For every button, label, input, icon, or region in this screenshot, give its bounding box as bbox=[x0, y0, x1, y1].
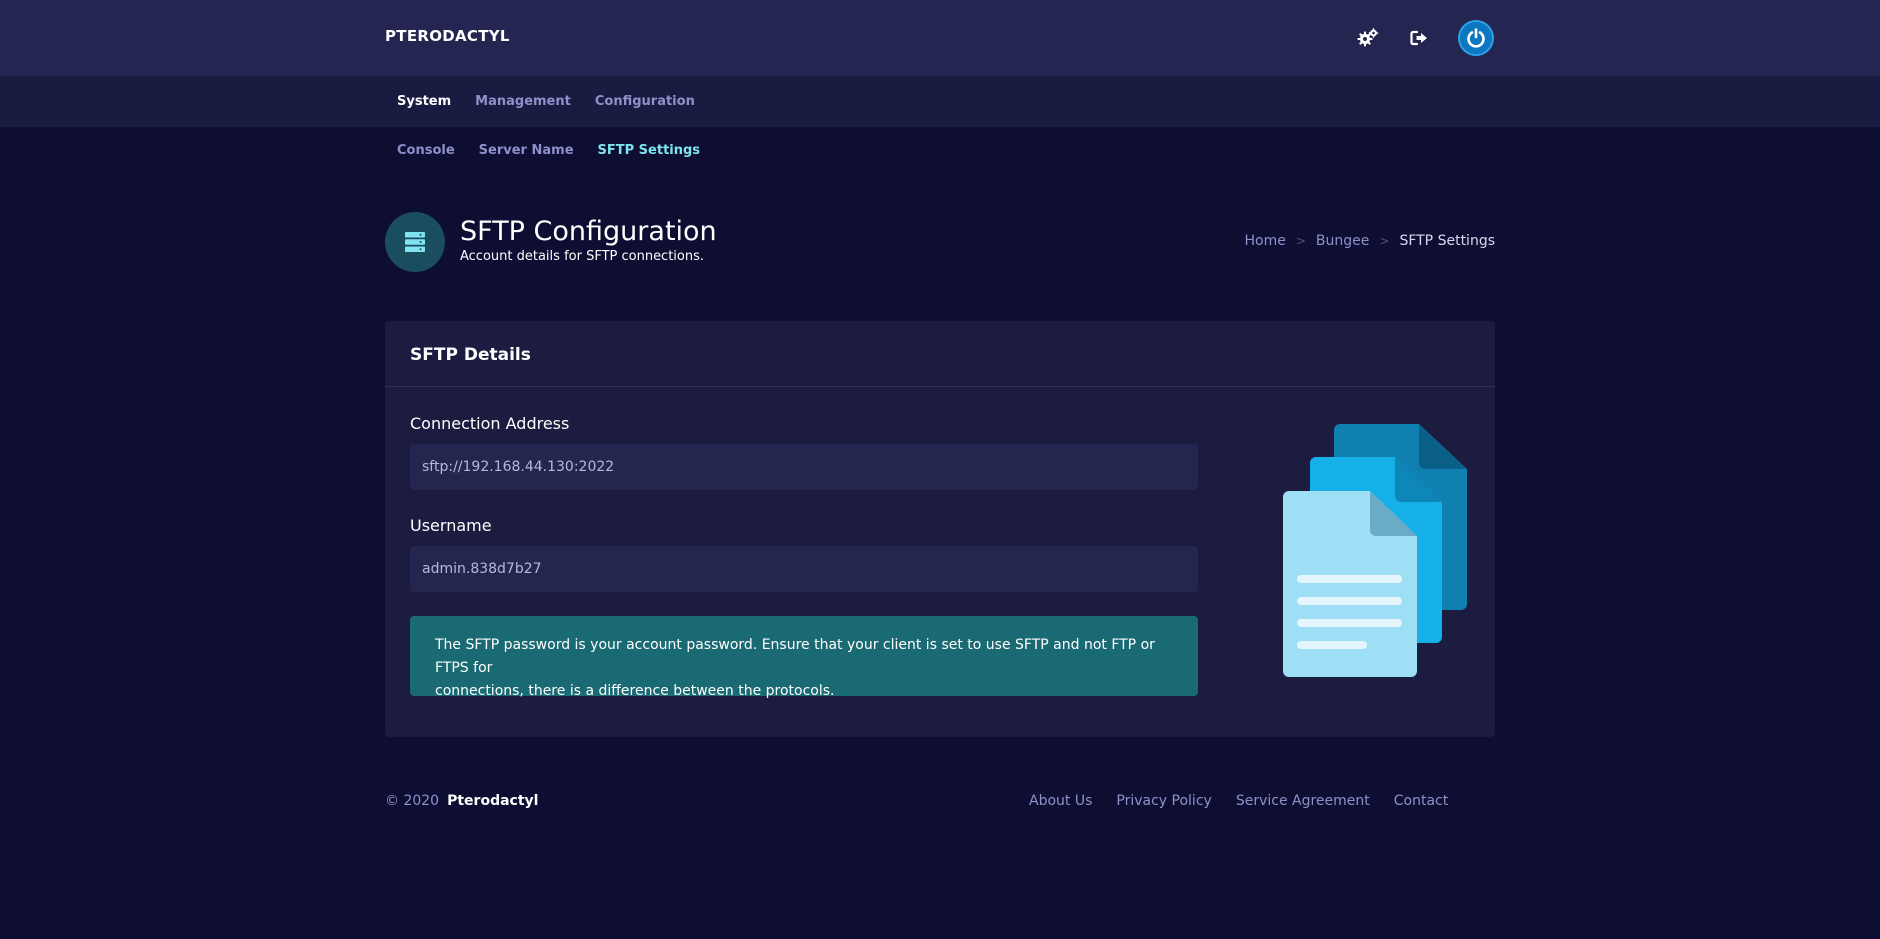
copyright-text: © 2020 bbox=[385, 793, 440, 809]
connection-address-input[interactable] bbox=[410, 444, 1198, 490]
breadcrumb-server[interactable]: Bungee bbox=[1316, 233, 1369, 249]
subnav-item-console[interactable]: Console bbox=[385, 143, 467, 158]
footer-links: About Us Privacy Policy Service Agreemen… bbox=[1029, 793, 1448, 809]
breadcrumb-current: SFTP Settings bbox=[1399, 233, 1495, 249]
sftp-details-card: SFTP Details Connection Address Username… bbox=[385, 321, 1495, 737]
footer-link-contact[interactable]: Contact bbox=[1394, 793, 1448, 809]
breadcrumb: Home > Bungee > SFTP Settings bbox=[1245, 233, 1496, 249]
connection-address-label: Connection Address bbox=[410, 414, 570, 433]
breadcrumb-separator: > bbox=[1295, 234, 1306, 248]
footer-copyright: © 2020 Pterodactyl bbox=[385, 793, 538, 809]
nav-item-management[interactable]: Management bbox=[463, 94, 583, 109]
alert-line: connections, there is a difference betwe… bbox=[435, 683, 835, 699]
brand-logo[interactable]: PTERODACTYL bbox=[385, 27, 510, 45]
nav-item-system[interactable]: System bbox=[385, 94, 463, 109]
sign-out-icon[interactable] bbox=[1405, 24, 1433, 52]
card-title: SFTP Details bbox=[410, 345, 531, 365]
server-stack-icon bbox=[385, 212, 445, 272]
username-input[interactable] bbox=[410, 546, 1198, 592]
footer-link-privacy[interactable]: Privacy Policy bbox=[1116, 793, 1211, 809]
page-subtitle: Account details for SFTP connections. bbox=[460, 249, 705, 264]
subnav-item-sftp-settings[interactable]: SFTP Settings bbox=[586, 143, 713, 158]
footer-brand[interactable]: Pterodactyl bbox=[447, 793, 538, 809]
main-nav: System Management Configuration bbox=[0, 76, 1880, 127]
page-title: SFTP Configuration bbox=[460, 216, 717, 247]
files-icon bbox=[1245, 421, 1475, 681]
username-label: Username bbox=[410, 516, 492, 535]
card-header: SFTP Details bbox=[385, 321, 1495, 387]
sub-nav: Console Server Name SFTP Settings bbox=[385, 138, 712, 162]
top-bar bbox=[0, 0, 1880, 76]
cogs-icon[interactable] bbox=[1354, 24, 1382, 52]
subnav-item-server-name[interactable]: Server Name bbox=[467, 143, 586, 158]
page-header: SFTP Configuration Account details for S… bbox=[385, 212, 1495, 272]
sftp-info-alert: The SFTP password is your account passwo… bbox=[410, 616, 1198, 699]
breadcrumb-home[interactable]: Home bbox=[1245, 233, 1286, 249]
footer-link-service-agreement[interactable]: Service Agreement bbox=[1236, 793, 1370, 809]
breadcrumb-separator: > bbox=[1379, 234, 1390, 248]
alert-line: The SFTP password is your account passwo… bbox=[435, 637, 1155, 676]
footer-link-about[interactable]: About Us bbox=[1029, 793, 1092, 809]
power-avatar-icon[interactable] bbox=[1458, 20, 1494, 56]
nav-item-configuration[interactable]: Configuration bbox=[583, 94, 707, 109]
